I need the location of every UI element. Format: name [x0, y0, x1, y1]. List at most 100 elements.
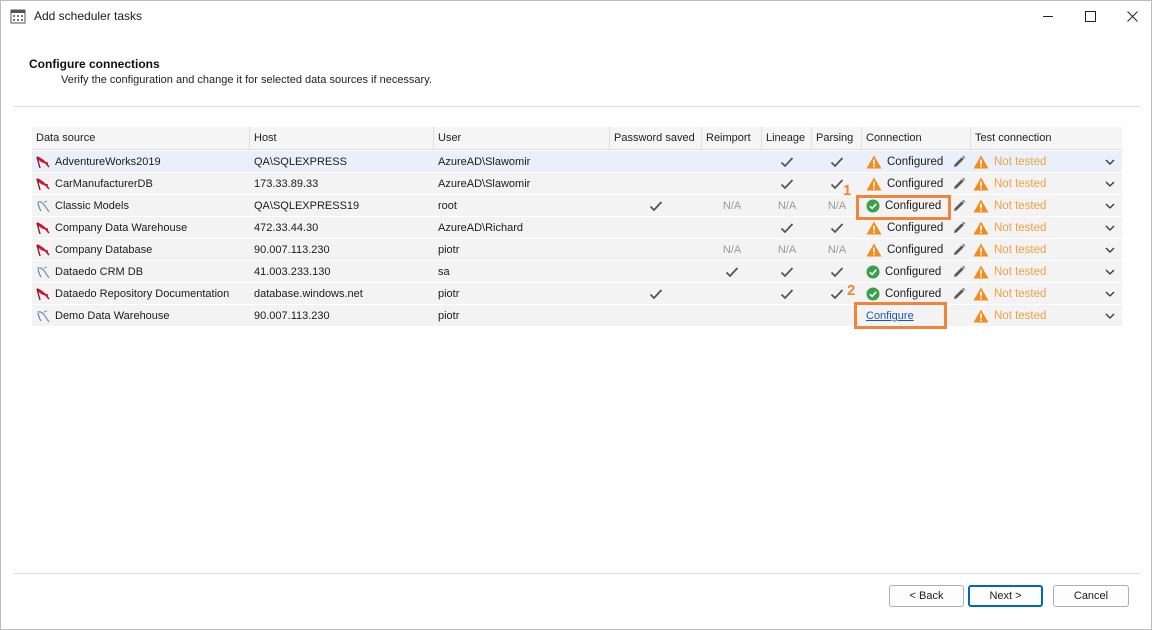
annotation-number: 1 [843, 182, 852, 199]
host-cell: 90.007.113.230 [254, 244, 330, 256]
data-source-name: Company Data Warehouse [55, 222, 188, 234]
host-cell: 90.007.113.230 [254, 310, 330, 322]
table-row[interactable]: CarManufacturerDB 173.33.89.33 AzureAD\Sla… [32, 173, 1122, 195]
connection-status[interactable]: Configured [866, 239, 943, 261]
connection-status[interactable]: Configured [866, 217, 943, 239]
warning-icon [973, 177, 989, 191]
table-row[interactable]: Dataedo CRM DB 41.003.233.130 sa Configured… [32, 261, 1122, 283]
host-cell: QA\SQLEXPRESS19 [254, 200, 360, 212]
user-cell: piotr [438, 288, 460, 300]
footer-divider [14, 573, 1140, 574]
success-check-icon [866, 287, 880, 301]
test-connection-status: Not tested [973, 173, 1046, 195]
test-status-label: Not tested [994, 222, 1047, 234]
annotation-highlight-box [856, 195, 951, 220]
data-source-name: Demo Data Warehouse [55, 310, 170, 322]
test-connection-status: Not tested [973, 195, 1046, 217]
user-cell: sa [438, 266, 450, 278]
close-button[interactable] [1109, 1, 1152, 31]
test-connection-status: Not tested [973, 283, 1046, 305]
table-row[interactable]: Company Database 90.007.113.230 piotr N/A N/… [32, 239, 1122, 261]
connection-status[interactable]: Configured [866, 151, 943, 173]
connection-status-label: Configured [887, 156, 944, 168]
user-cell: AzureAD\Slawomir [438, 156, 531, 168]
table-row[interactable]: Demo Data Warehouse 90.007.113.230 piotr Co… [32, 305, 1122, 327]
warning-icon [866, 177, 882, 191]
header-divider [14, 106, 1140, 107]
close-icon [1126, 10, 1138, 22]
column-header-host[interactable]: Host [250, 127, 434, 150]
table-row[interactable]: AdventureWorks2019 QA\SQLEXPRESS AzureAD\S… [32, 151, 1122, 173]
parsing: N/A [827, 200, 847, 212]
password-saved-check-icon [610, 283, 702, 305]
test-connection-status: Not tested [973, 305, 1046, 327]
annotation-highlight-box [854, 302, 947, 329]
dialog-window: Add scheduler tasks Configure connection… [0, 0, 1152, 630]
column-header-user[interactable]: User [434, 127, 610, 150]
password-saved-check-icon [610, 195, 702, 217]
test-connection-status: Not tested [973, 239, 1046, 261]
column-header-connection[interactable]: Connection [862, 127, 971, 150]
title-bar: Add scheduler tasks [1, 1, 1151, 31]
parsing-check-icon [812, 217, 862, 239]
lineage: N/A [777, 244, 797, 256]
connection-status[interactable]: Configured [866, 173, 943, 195]
lineage-check-icon [762, 173, 812, 195]
warning-icon [973, 199, 989, 213]
user-cell: AzureAD\Slawomir [438, 178, 531, 190]
table-row[interactable]: Classic Models QA\SQLEXPRESS19 root N/A N/A N… [32, 195, 1122, 217]
warning-icon [973, 155, 989, 169]
success-check-icon [866, 265, 880, 279]
maximize-icon [1084, 10, 1096, 22]
warning-icon [866, 221, 882, 235]
minimize-icon [1042, 15, 1053, 17]
column-header-test-connection[interactable]: Test connection [971, 127, 1122, 150]
column-header-lineage[interactable]: Lineage [762, 127, 812, 150]
warning-icon [973, 287, 989, 301]
data-source-name: Dataedo Repository Documentation [55, 288, 230, 300]
lineage-check-icon [762, 283, 812, 305]
warning-icon [973, 309, 989, 323]
test-status-label: Not tested [994, 200, 1047, 212]
test-status-label: Not tested [994, 288, 1047, 300]
test-status-label: Not tested [994, 310, 1047, 322]
table-row[interactable]: Company Data Warehouse 472.33.44.30 AzureA… [32, 217, 1122, 239]
column-header-data-source[interactable]: Data source [32, 127, 250, 150]
back-button[interactable]: < Back [889, 585, 964, 607]
host-cell: QA\SQLEXPRESS [254, 156, 347, 168]
test-status-label: Not tested [994, 156, 1047, 168]
cancel-button[interactable]: Cancel [1053, 585, 1129, 607]
host-cell: 41.003.233.130 [254, 266, 331, 278]
host-cell: database.windows.net [254, 288, 363, 300]
connection-status-label: Configured [887, 222, 944, 234]
connection-status[interactable]: Configured [866, 261, 941, 283]
column-header-parsing[interactable]: Parsing [812, 127, 862, 150]
user-cell: root [438, 200, 457, 212]
test-connection-status: Not tested [973, 261, 1046, 283]
data-source-name: Dataedo CRM DB [55, 266, 144, 278]
host-cell: 173.33.89.33 [254, 178, 319, 190]
column-header-reimport[interactable]: Reimport [702, 127, 762, 150]
test-connection-status: Not tested [973, 217, 1046, 239]
connection-status-label: Configured [885, 288, 942, 300]
reimport: N/A [722, 244, 742, 256]
calendar-icon [10, 9, 26, 24]
test-status-label: Not tested [994, 266, 1047, 278]
user-cell: piotr [438, 310, 460, 322]
parsing: N/A [827, 244, 847, 256]
column-header-password-saved[interactable]: Password saved [610, 127, 702, 150]
warning-icon [973, 265, 989, 279]
reimport-check-icon [702, 261, 762, 283]
data-source-name: AdventureWorks2019 [55, 156, 161, 168]
table-row[interactable]: Dataedo Repository Documentation database… [32, 283, 1122, 305]
warning-icon [973, 221, 989, 235]
user-cell: AzureAD\Richard [438, 222, 523, 234]
grid-header: Data source Host User Password saved Rei… [32, 127, 1122, 150]
host-cell: 472.33.44.30 [254, 222, 319, 234]
next-button[interactable]: Next > [968, 585, 1043, 607]
parsing-check-icon [812, 173, 862, 195]
minimize-button[interactable] [1025, 1, 1071, 31]
data-source-name: CarManufacturerDB [55, 178, 153, 190]
test-status-label: Not tested [994, 244, 1047, 256]
maximize-button[interactable] [1067, 1, 1113, 31]
